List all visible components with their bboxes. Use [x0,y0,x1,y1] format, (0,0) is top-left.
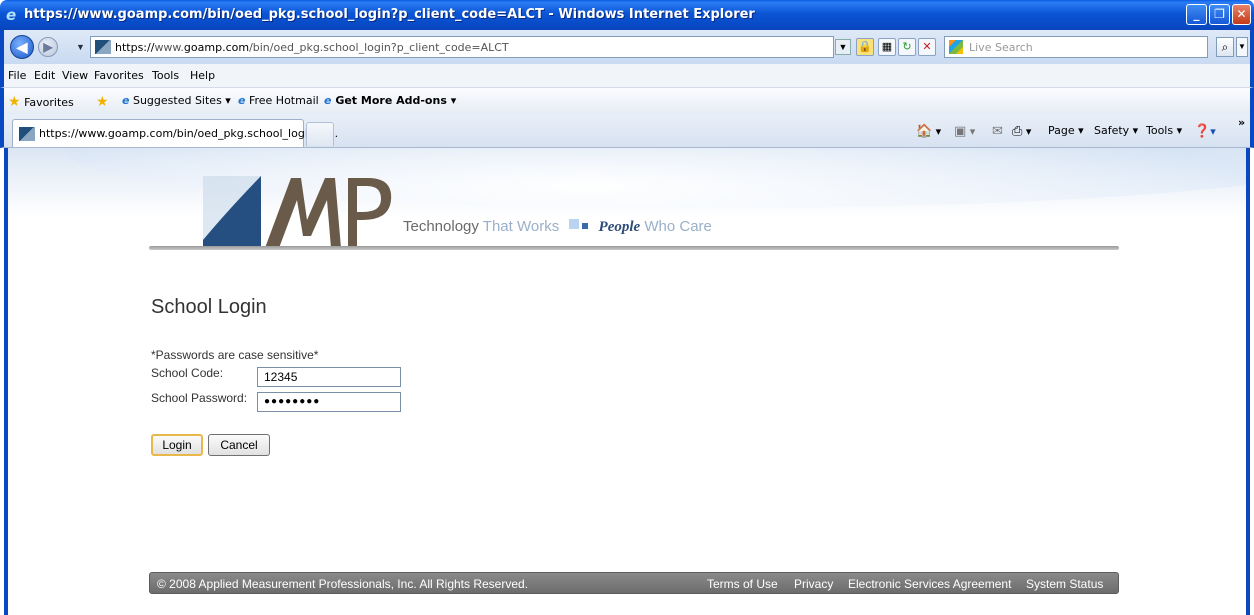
copyright-text: © 2008 Applied Measurement Professionals… [157,577,529,591]
search-options-dropdown-icon[interactable]: ▼ [1236,37,1248,57]
print-icon[interactable]: ⎙ ▾ [1012,124,1031,139]
school-password-input[interactable]: ●●●●●●●● [257,392,401,412]
safety-menu-button[interactable]: Safety ▾ [1094,124,1138,137]
maximize-button[interactable]: ❐ [1209,4,1230,25]
close-window-button[interactable]: ✕ [1232,4,1251,25]
history-dropdown-icon[interactable]: ▼ [76,42,85,52]
lock-icon[interactable]: 🔒 [856,38,874,56]
ie-icon: e [122,94,130,107]
menu-help[interactable]: Help [190,69,215,82]
back-button[interactable]: ◀ [10,35,34,59]
terms-of-use-link[interactable]: Terms of Use [707,577,778,591]
stop-icon[interactable]: ✕ [918,38,936,56]
get-addons-button[interactable]: e Get More Add-ons ▾ [324,94,456,107]
live-search-icon [949,40,963,54]
login-button[interactable]: Login [151,434,203,456]
site-favicon-icon [19,127,35,141]
add-favorite-icon[interactable]: ★ [96,94,109,110]
chevron-more-icon[interactable]: » [1238,116,1245,129]
tagline: Technology That Works People Who Care [403,218,712,235]
suggested-sites-button[interactable]: e Suggested Sites ▾ [122,94,231,107]
star-icon: ★ [8,94,21,110]
tab-label: https://www.goamp.com/bin/oed_pkg.school… [39,127,339,140]
new-tab-button[interactable] [306,122,334,146]
menu-edit[interactable]: Edit [34,69,55,82]
cancel-button[interactable]: Cancel [208,434,270,456]
page-title: School Login [151,296,267,318]
search-placeholder: Live Search [969,41,1033,54]
address-input[interactable]: https://www.goamp.com/bin/oed_pkg.school… [90,36,851,58]
page-footer: © 2008 Applied Measurement Professionals… [149,572,1119,594]
ie-logo-icon: e [6,6,17,24]
menu-favorites[interactable]: Favorites [94,69,144,82]
site-favicon-icon [95,40,111,54]
page-menu-button[interactable]: Page ▾ [1048,124,1084,137]
privacy-link[interactable]: Privacy [794,577,833,591]
search-icon[interactable]: ⌕ [1216,37,1234,57]
refresh-icon[interactable]: ↻ [898,38,916,56]
minimize-button[interactable]: _ [1186,4,1207,25]
site-header: Technology That Works People Who Care [8,148,1246,248]
tagline-square-icon [569,219,580,229]
system-status-link[interactable]: System Status [1026,577,1103,591]
tools-menu-button[interactable]: Tools ▾ [1146,124,1182,137]
menu-bar: File Edit View Favorites Tools Help [0,64,1254,88]
address-dropdown-icon[interactable]: ▼ [835,39,851,55]
favorites-button[interactable]: ★ Favorites [8,94,74,110]
free-hotmail-link[interactable]: e Free Hotmail [238,94,319,107]
password-note: *Passwords are case sensitive* [151,348,319,362]
school-password-label: School Password: [151,391,248,405]
amp-logo [203,176,392,248]
ie-icon: e [238,94,246,107]
home-icon[interactable]: 🏠 ▾ [916,124,941,139]
menu-file[interactable]: File [8,69,26,82]
feeds-icon[interactable]: ▣ ▾ [954,124,975,139]
ie-icon: e [324,94,332,107]
help-icon[interactable]: ❓▾ [1194,124,1216,139]
school-code-input[interactable]: 12345 [257,367,401,387]
tab-active[interactable]: https://www.goamp.com/bin/oed_pkg.school… [12,119,338,147]
favorites-bar: ★ Favorites ★ e Suggested Sites ▾ e Free… [0,88,1254,114]
window-title: https://www.goamp.com/bin/oed_pkg.school… [24,7,755,22]
search-input[interactable]: Live Search [944,36,1208,58]
electronic-services-agreement-link[interactable]: Electronic Services Agreement [848,577,1011,591]
compatibility-view-icon[interactable]: ▦ [878,38,896,56]
mail-icon[interactable]: ✉ [992,124,1003,139]
header-divider [149,246,1119,250]
menu-tools[interactable]: Tools [152,69,179,82]
school-code-label: School Code: [151,366,224,380]
menu-view[interactable]: View [62,69,88,82]
tab-bar: https://www.goamp.com/bin/oed_pkg.school… [0,114,1254,148]
forward-button[interactable]: ▶ [38,37,58,57]
address-toolbar: ◀ ▶ ▼ https://www.goamp.com/bin/oed_pkg.… [0,30,1254,64]
address-url: https://www.goamp.com/bin/oed_pkg.school… [115,41,509,54]
page-content: Technology That Works People Who Care Sc… [4,148,1250,615]
window-titlebar: e https://www.goamp.com/bin/oed_pkg.scho… [0,0,1254,30]
